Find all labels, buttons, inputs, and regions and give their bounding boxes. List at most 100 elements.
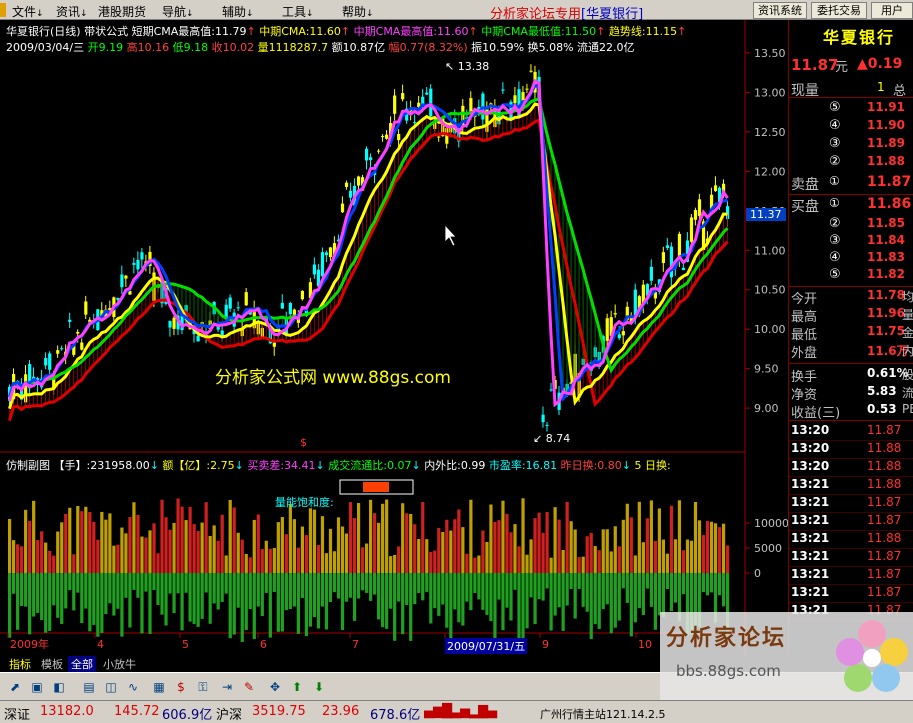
volume-bar-down	[256, 573, 260, 607]
volume-bar-down	[485, 573, 489, 615]
candle-body	[661, 252, 666, 263]
volume-bar-up	[505, 513, 509, 573]
stat2-row-extra: 流	[902, 386, 913, 400]
grid-tool-icon[interactable]: ▦	[150, 678, 168, 696]
menu-tools[interactable]: 工具↓	[282, 3, 314, 20]
menu-tools-aux[interactable]: 辅助↓	[222, 3, 254, 20]
window-tool-icon[interactable]: ▣	[28, 678, 46, 696]
sell-level-label: ②	[829, 154, 841, 169]
saturation-label: 量能饱和度:	[275, 496, 334, 509]
tab-indicator[interactable]: 指标	[6, 656, 34, 672]
tick-row: 13:21 11.87	[789, 567, 913, 585]
volume-bar-down	[417, 573, 421, 594]
volume-bar-down	[156, 573, 160, 606]
volume-bar-up	[264, 540, 268, 573]
volume-bar-down	[509, 573, 513, 621]
volume-bar-down	[465, 573, 469, 602]
volume-bar-down	[36, 573, 40, 613]
volume-bar-up	[300, 526, 305, 573]
volume-bar-up	[445, 519, 449, 573]
candle-body	[300, 290, 305, 300]
volume-bar-up	[673, 539, 678, 573]
candle-body	[437, 136, 441, 138]
candle-body	[56, 350, 60, 354]
buy-level: ⑤ 11.82	[789, 267, 913, 285]
export-tool-icon[interactable]: ⇥	[218, 678, 236, 696]
volume-bar-up	[369, 499, 373, 573]
stat-row: 今开 11.78 均	[789, 288, 913, 307]
volume-bar-up	[288, 504, 292, 573]
volume-bar-down	[160, 573, 164, 615]
menu-news[interactable]: 资讯↓	[56, 3, 88, 20]
volume-bar-down	[112, 573, 116, 616]
stat-row-value: 11.75	[867, 324, 905, 338]
tick-row: 13:20 11.87	[789, 423, 913, 441]
volume-bar-down	[180, 573, 184, 631]
volume-bar-up	[244, 554, 248, 573]
stat2-row: 收益(三) 0.53 PE	[789, 402, 913, 421]
volume-bar-down	[100, 573, 104, 633]
kline-chart-svg[interactable]: 13.5013.0012.5012.0011.5011.0010.5010.00…	[0, 20, 788, 655]
volume-bar-down	[52, 573, 56, 606]
volume-bar-down	[124, 573, 128, 598]
volume-bar-up	[701, 535, 706, 573]
rsi-tool-icon[interactable]: ◫	[102, 678, 120, 696]
volume-bar-down	[316, 573, 321, 629]
trade-entrust-button[interactable]: 委托交易	[811, 2, 867, 19]
candle-body	[665, 245, 670, 248]
key-tool-icon[interactable]: ⚿	[194, 678, 212, 696]
volume-bar-down	[617, 573, 621, 621]
chart-tool-icon[interactable]: ▤	[80, 678, 98, 696]
volume-bar-down	[40, 573, 44, 621]
etf-tool-icon[interactable]: ◧	[50, 678, 68, 696]
volume-bar-down	[80, 573, 84, 624]
tab-all[interactable]: 全部	[68, 656, 96, 672]
wave-tool-icon[interactable]: ∿	[124, 678, 142, 696]
pencil-tool-icon[interactable]: ✎	[240, 678, 258, 696]
volume-bar-down	[96, 573, 100, 637]
volume-bar-down	[513, 573, 517, 590]
volume-bar-down	[613, 573, 617, 628]
status-bar: 深证 13182.0 145.72 606.9亿 沪深 3519.75 23.9…	[0, 700, 913, 723]
menu-file[interactable]: 文件↓	[12, 3, 44, 20]
menu-help[interactable]: 帮助↓	[342, 3, 374, 20]
menu-hk-futures[interactable]: 港股期货	[98, 3, 146, 20]
quote-divider-2	[789, 194, 913, 195]
tick-price: 11.87	[867, 567, 902, 581]
volume-bar-up	[344, 533, 349, 573]
tab-xiaofangniu[interactable]: 小放牛	[100, 656, 139, 672]
volume-bar-down	[188, 573, 192, 622]
menu-navigation[interactable]: 导航↓	[162, 3, 194, 20]
volume-bar-down	[621, 573, 625, 589]
volume-bar-up	[44, 542, 48, 573]
volume-bar-up	[377, 522, 381, 573]
cursor-tool-icon[interactable]: ⬈	[6, 678, 24, 696]
forum-watermark: 分析家论坛 bbs.88gs.com	[660, 612, 913, 700]
move-tool-icon[interactable]: ✥	[266, 678, 284, 696]
news-system-button[interactable]: 资讯系统	[753, 2, 807, 19]
quote-divider	[789, 97, 913, 98]
tick-price: 11.87	[867, 549, 902, 563]
volume-bar-up	[232, 507, 236, 573]
volume-bar-down	[701, 573, 706, 593]
candle-body	[196, 335, 200, 342]
buy-level-label: ②	[829, 216, 841, 231]
volume-bar-up	[593, 546, 597, 573]
tick-time: 13:21	[791, 477, 830, 491]
arrow-down-icon[interactable]: ⬇	[310, 678, 328, 696]
volume-bar-down	[228, 573, 232, 639]
arrow-up-icon[interactable]: ⬆	[288, 678, 306, 696]
user-button[interactable]: 用户	[871, 2, 913, 19]
candle-body	[312, 264, 317, 275]
dollar-tool-icon[interactable]: $	[172, 678, 190, 696]
volume-bar-up	[312, 509, 317, 573]
tab-template[interactable]: 模板	[38, 656, 66, 672]
volume-bar-up	[545, 511, 549, 573]
volume-bar-up	[653, 541, 657, 573]
volume-bar-down	[705, 573, 710, 596]
volume-bar-down	[252, 573, 256, 640]
volume-bar-up	[172, 522, 176, 573]
volume-bar-up	[457, 509, 461, 573]
chart-area[interactable]: 13.5013.0012.5012.0011.5011.0010.5010.00…	[0, 20, 788, 655]
volume-bar-down	[336, 573, 341, 599]
